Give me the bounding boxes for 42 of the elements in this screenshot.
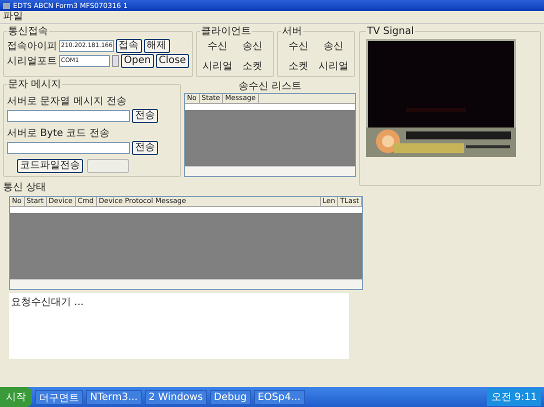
field-label: 서버로 Byte 코드 전송	[7, 127, 110, 140]
group-title: TV Signal	[366, 26, 415, 37]
indicator-label: 송신	[242, 40, 262, 53]
taskbar-button[interactable]: Debug	[210, 390, 251, 404]
indicator-label: 수신	[207, 40, 228, 53]
section-title: 통신 상태	[3, 181, 48, 194]
message-field[interactable]	[7, 110, 130, 122]
start-button[interactable]: 시작	[0, 387, 32, 407]
taskbar-button[interactable]: EOSp4...	[254, 390, 304, 404]
open-button[interactable]: Open	[121, 54, 154, 68]
group-title: 서버	[280, 26, 303, 37]
disconnect-button[interactable]: 해제	[144, 39, 170, 53]
byte-field[interactable]	[7, 142, 130, 154]
group-title: 클라이언트	[200, 26, 252, 37]
scrollbar[interactable]	[10, 279, 362, 289]
indicator-label: 소켓	[242, 60, 262, 73]
connect-button[interactable]: 접속	[116, 39, 142, 53]
clock: 오전 9:11	[487, 388, 541, 406]
indicator-label: 수신	[288, 40, 308, 53]
scrollbar[interactable]	[185, 166, 355, 176]
taskbar-button[interactable]: NTerm3...	[86, 390, 142, 404]
list-title: 송수신 리스트	[238, 80, 302, 93]
log-text-area[interactable]: 요청수신대기 ...	[9, 293, 349, 359]
field-label: 서버로 문자열 메시지 전송	[7, 95, 128, 108]
indicator-label: 시리얼	[202, 60, 232, 73]
indicator-label: 소켓	[288, 60, 308, 73]
menu-item[interactable]: 파일	[3, 11, 23, 23]
indicator-label: 시리얼	[318, 60, 348, 73]
spin-control[interactable]	[112, 55, 119, 67]
log-text: 요청수신대기 ...	[11, 297, 84, 308]
close-button[interactable]: Close	[156, 54, 189, 68]
indicator-label: 송신	[323, 40, 344, 53]
group-title: 문자 메시지	[7, 79, 62, 90]
file-send-button[interactable]: 코드파일전송	[17, 159, 83, 173]
app-icon	[3, 2, 10, 8]
group-title: 통신접속	[7, 26, 49, 37]
taskbar-button[interactable]: 더구면트	[35, 390, 83, 404]
send-button[interactable]: 전송	[132, 141, 158, 155]
send-button[interactable]: 전송	[132, 109, 158, 123]
field-label: 시리얼포트	[7, 55, 57, 68]
taskbar-button[interactable]: 2 Windows	[144, 390, 207, 404]
field-label: 접속아이피	[7, 40, 57, 53]
